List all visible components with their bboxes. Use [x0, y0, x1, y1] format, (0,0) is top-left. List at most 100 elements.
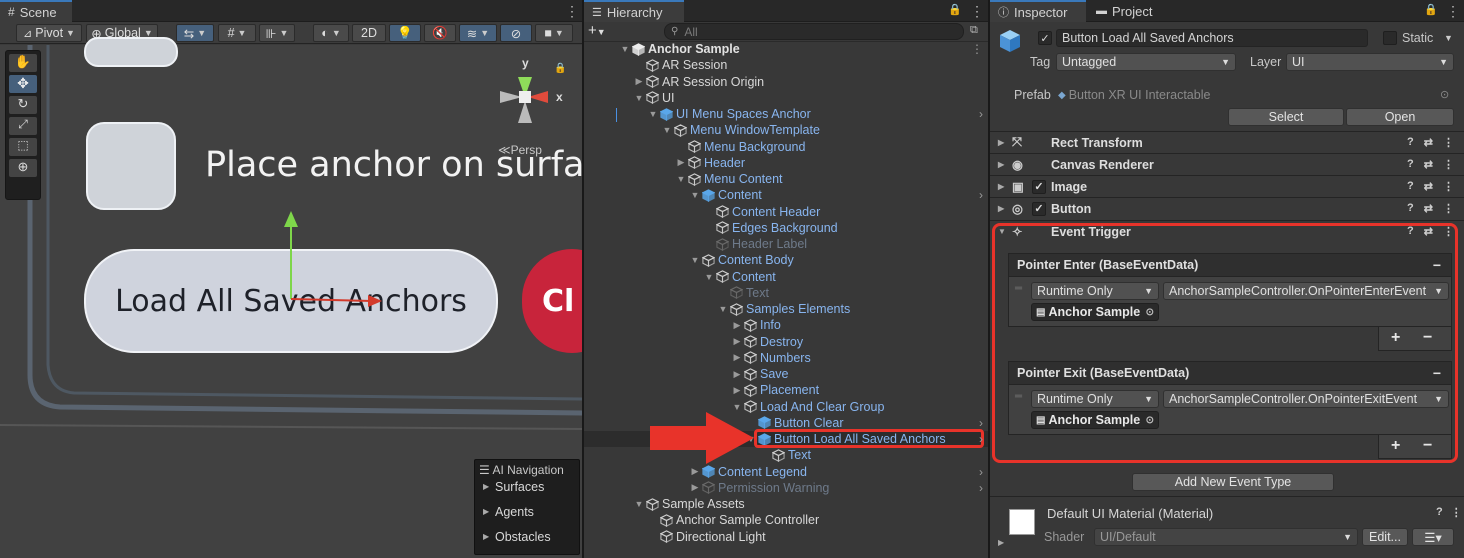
- tab-scene[interactable]: # Scene: [0, 0, 72, 22]
- expand-arrow-icon[interactable]: ▶: [483, 482, 489, 491]
- component-menu-icon[interactable]: ⋮: [1443, 158, 1454, 171]
- overlay-item-agents[interactable]: Agents: [495, 505, 534, 519]
- open-prefab-chevron-icon[interactable]: ›: [979, 416, 983, 430]
- scale-tool-icon[interactable]: ⤢: [9, 117, 37, 135]
- camera-button[interactable]: ■ ▼: [535, 24, 573, 42]
- collapse-arrow-icon[interactable]: ▼: [704, 272, 714, 282]
- hierarchy-row[interactable]: ▶ Header: [584, 155, 988, 171]
- help-icon[interactable]: ?: [1407, 202, 1414, 215]
- prefab-field[interactable]: ◆ Button XR UI Interactable: [1058, 88, 1210, 102]
- hierarchy-row[interactable]: Text: [584, 285, 988, 301]
- image-enabled-checkbox[interactable]: ✓: [1032, 179, 1046, 194]
- collapse-arrow-icon[interactable]: ▼: [620, 44, 630, 54]
- collapse-arrow-icon[interactable]: ▼: [718, 304, 728, 314]
- hierarchy-row[interactable]: ▼ Menu WindowTemplate: [584, 122, 988, 138]
- hierarchy-row[interactable]: ▼ Content ›: [584, 187, 988, 203]
- lock-icon[interactable]: 🔒: [1424, 3, 1438, 16]
- overlay-item-surfaces[interactable]: Surfaces: [495, 480, 544, 494]
- hierarchy-row[interactable]: Directional Light: [584, 529, 988, 545]
- presets-icon[interactable]: ⇄: [1424, 202, 1433, 215]
- presets-icon[interactable]: ⇄: [1424, 136, 1433, 149]
- persp-label[interactable]: ≪Persp: [498, 143, 542, 157]
- open-prefab-chevron-icon[interactable]: ›: [979, 432, 983, 446]
- component-canvas-renderer[interactable]: ▶ ◉ Canvas Renderer ? ⇄ ⋮: [990, 153, 1464, 175]
- shader-edit-button[interactable]: Edit...: [1362, 528, 1408, 546]
- hierarchy-row[interactable]: ▶ Info: [584, 317, 988, 333]
- help-icon[interactable]: ?: [1436, 506, 1443, 519]
- grid-snap-button[interactable]: # ▼: [218, 24, 256, 42]
- audio-toggle[interactable]: 🔇: [424, 24, 456, 42]
- component-menu-icon[interactable]: ⋮: [1451, 506, 1462, 519]
- open-prefab-chevron-icon[interactable]: ›: [979, 107, 983, 121]
- layer-dropdown[interactable]: UI ▼: [1286, 53, 1454, 71]
- expand-arrow-icon[interactable]: ▶: [483, 532, 489, 541]
- hierarchy-row[interactable]: ▼ Load And Clear Group: [584, 399, 988, 415]
- increment-snap-button[interactable]: ⊪ ▼: [259, 24, 295, 42]
- hierarchy-row[interactable]: ▶ Numbers: [584, 350, 988, 366]
- button-enabled-checkbox[interactable]: ✓: [1032, 201, 1046, 216]
- transform-tool-icon[interactable]: ⊕: [9, 159, 37, 177]
- expand-arrow-icon[interactable]: ▶: [732, 369, 742, 380]
- expand-arrow-icon[interactable]: ▶: [676, 157, 686, 168]
- tab-inspector[interactable]: ⓘ Inspector: [990, 0, 1086, 22]
- expand-arrow-icon[interactable]: ▶: [732, 320, 742, 331]
- hierarchy-row[interactable]: ▶ Destroy: [584, 334, 988, 350]
- hierarchy-row[interactable]: ▼ UI: [584, 90, 988, 106]
- shading-mode-button[interactable]: ◐ ▼: [313, 24, 349, 42]
- expand-arrow-icon[interactable]: ▶: [690, 482, 700, 493]
- open-prefab-chevron-icon[interactable]: ›: [979, 481, 983, 495]
- scene-filter-icon[interactable]: ⧉: [970, 24, 978, 37]
- collapse-arrow-icon[interactable]: ▼: [662, 125, 672, 135]
- collapse-arrow-icon[interactable]: ▼: [634, 93, 644, 103]
- move-gizmo[interactable]: [280, 205, 390, 315]
- tag-dropdown[interactable]: Untagged ▼: [1056, 53, 1236, 71]
- hierarchy-search-input[interactable]: ⚲ All: [664, 23, 964, 40]
- hierarchy-row[interactable]: ▶ AR Session Origin: [584, 74, 988, 90]
- object-picker-icon[interactable]: ⊙: [1440, 88, 1449, 101]
- chevron-down-icon[interactable]: ▼: [1444, 33, 1453, 43]
- hierarchy-row[interactable]: Text: [584, 447, 988, 463]
- component-menu-icon[interactable]: ⋮: [1443, 136, 1454, 149]
- presets-icon[interactable]: ⇄: [1424, 158, 1433, 171]
- hierarchy-row[interactable]: ▼ Anchor Sample ⋮: [584, 41, 988, 57]
- hierarchy-menu-icon[interactable]: ⋮: [970, 3, 984, 20]
- open-prefab-chevron-icon[interactable]: ›: [979, 188, 983, 202]
- component-rect-transform[interactable]: ▶ ⤧ Rect Transform ? ⇄ ⋮: [990, 131, 1464, 153]
- expand-arrow-icon[interactable]: ▶: [732, 352, 742, 363]
- collapse-arrow-icon[interactable]: ▼: [690, 190, 700, 200]
- prefab-open-button[interactable]: Open: [1346, 108, 1454, 126]
- help-icon[interactable]: ?: [1407, 158, 1414, 171]
- hierarchy-row[interactable]: ▼ Menu Content: [584, 171, 988, 187]
- component-button[interactable]: ▶ ◎ ✓ Button ? ⇄ ⋮: [990, 197, 1464, 219]
- lock-icon[interactable]: 🔒: [948, 3, 962, 16]
- component-image[interactable]: ▶ ▣ ✓ Image ? ⇄ ⋮: [990, 175, 1464, 197]
- expand-arrow-icon[interactable]: ▶: [732, 385, 742, 396]
- scene-viewport[interactable]: Place anchor on surface Load All Saved A…: [0, 37, 582, 558]
- effects-toggle[interactable]: ≋ ▼: [459, 24, 497, 42]
- ai-navigation-title[interactable]: ☰ AI Navigation: [479, 463, 564, 477]
- rotate-tool-icon[interactable]: ↻: [9, 96, 37, 114]
- lock-icon[interactable]: 🔒: [554, 63, 566, 74]
- hierarchy-row[interactable]: AR Session: [584, 57, 988, 73]
- collapse-arrow-icon[interactable]: ▼: [690, 255, 700, 265]
- collapse-arrow-icon[interactable]: ▼: [732, 402, 742, 412]
- hierarchy-row[interactable]: ▼ Samples Elements: [584, 301, 988, 317]
- add-new-event-type-button[interactable]: Add New Event Type: [1132, 473, 1334, 491]
- tab-hierarchy[interactable]: ☰ Hierarchy: [584, 0, 684, 22]
- hierarchy-row[interactable]: Edges Background: [584, 220, 988, 236]
- hierarchy-row[interactable]: Header Label: [584, 236, 988, 252]
- hierarchy-row[interactable]: ▼ UI Menu Spaces Anchor ›: [584, 106, 988, 122]
- mode-2d-button[interactable]: 2D: [352, 24, 386, 42]
- overlay-item-obstacles[interactable]: Obstacles: [495, 530, 551, 544]
- expand-arrow-icon[interactable]: ▶: [732, 336, 742, 347]
- hierarchy-row[interactable]: Menu Background: [584, 139, 988, 155]
- help-icon[interactable]: ?: [1407, 180, 1414, 193]
- collapse-arrow-icon[interactable]: ▼: [634, 499, 644, 509]
- collapse-arrow-icon[interactable]: ▼: [676, 174, 686, 184]
- lighting-toggle[interactable]: 💡: [389, 24, 421, 42]
- hierarchy-row[interactable]: ▼ Content Body: [584, 252, 988, 268]
- presets-icon[interactable]: ⇄: [1424, 180, 1433, 193]
- tab-project[interactable]: ▬ Project: [1088, 0, 1172, 22]
- hierarchy-row[interactable]: ▶ Permission Warning ›: [584, 480, 988, 496]
- prefab-select-button[interactable]: Select: [1228, 108, 1344, 126]
